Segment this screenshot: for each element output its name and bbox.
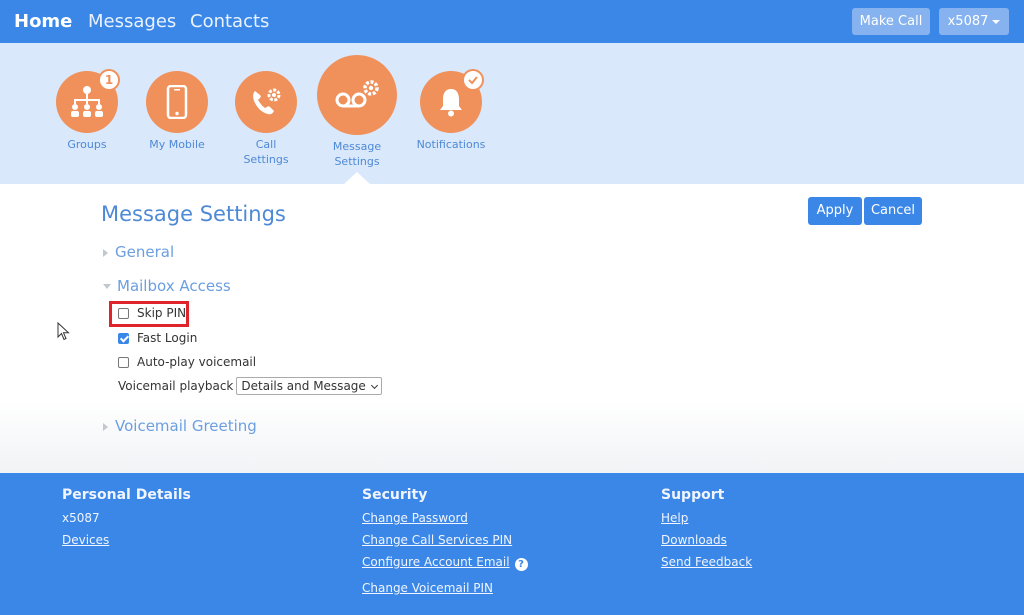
active-tab-pointer — [344, 172, 370, 184]
voicemail-playback-label: Voicemail playback — [118, 379, 234, 393]
security-heading: Security — [362, 487, 428, 503]
voicemail-playback-row: Voicemail playback Details and Message — [118, 377, 382, 395]
nav-contacts[interactable]: Contacts — [190, 11, 269, 32]
notifications-check-badge — [462, 69, 484, 91]
my-mobile-label: My Mobile — [149, 138, 205, 151]
extension-label: x5087 — [947, 14, 989, 29]
downloads-link[interactable]: Downloads — [661, 533, 727, 547]
top-navbar: Home Messages Contacts Make Call x5087 — [0, 0, 1024, 43]
notifications-tile[interactable]: Notifications — [412, 69, 490, 152]
mouse-pointer-icon — [57, 322, 70, 341]
nav-messages[interactable]: Messages — [88, 11, 176, 32]
expand-right-icon — [103, 248, 108, 257]
voicemail-playback-select[interactable]: Details and Message — [236, 377, 382, 395]
call-settings-label: Call Settings — [230, 137, 302, 167]
apply-label: Apply — [816, 203, 854, 218]
auto-play-label: Auto-play voicemail — [137, 355, 257, 369]
section-general[interactable]: General — [103, 243, 174, 261]
mobile-phone-icon — [166, 85, 188, 119]
cancel-button[interactable]: Cancel — [864, 197, 922, 225]
message-settings-panel: Message Settings Apply Cancel General Ma… — [0, 184, 1024, 473]
devices-link[interactable]: Devices — [62, 533, 109, 547]
message-settings-label: Message Settings — [316, 139, 398, 169]
section-general-label: General — [115, 243, 175, 261]
call-settings-circle — [235, 71, 297, 133]
call-settings-label-line2: Settings — [243, 153, 289, 166]
groups-circle: 1 — [56, 69, 120, 133]
message-settings-label-line2: Settings — [334, 155, 380, 168]
caret-down-icon — [992, 19, 1001, 24]
cancel-label: Cancel — [870, 203, 916, 218]
groups-tile[interactable]: 1 Groups — [52, 69, 122, 152]
expand-right-icon — [103, 422, 108, 431]
voicemail-gear-icon — [335, 80, 379, 108]
personal-details-heading: Personal Details — [62, 487, 191, 503]
make-call-label: Make Call — [859, 14, 923, 29]
section-mailbox-access[interactable]: Mailbox Access — [103, 277, 231, 295]
phone-gear-icon — [253, 88, 281, 115]
page-title: Message Settings — [101, 202, 286, 226]
change-voicemail-pin-link[interactable]: Change Voicemail PIN — [362, 581, 493, 595]
change-password-link[interactable]: Change Password — [362, 511, 468, 525]
my-mobile-tile[interactable]: My Mobile — [142, 71, 212, 152]
change-call-services-pin-link[interactable]: Change Call Services PIN — [362, 533, 512, 547]
auto-play-checkbox[interactable] — [118, 356, 129, 368]
fast-login-label: Fast Login — [137, 331, 198, 345]
skip-pin-checkbox[interactable] — [118, 307, 129, 319]
call-settings-label-line1: Call — [255, 138, 277, 151]
skip-pin-row: Skip PIN — [118, 306, 186, 320]
help-link[interactable]: Help — [661, 511, 688, 525]
auto-play-row: Auto-play voicemail — [118, 355, 256, 369]
message-settings-tile[interactable]: Message Settings — [316, 55, 398, 169]
personal-extension: x5087 — [62, 511, 100, 525]
message-settings-circle — [317, 55, 397, 135]
groups-label: Groups — [67, 138, 107, 151]
nav-home[interactable]: Home — [14, 11, 72, 32]
configure-account-email-link[interactable]: Configure Account Email — [362, 555, 510, 569]
my-mobile-circle — [146, 71, 208, 133]
notifications-label: Notifications — [416, 138, 486, 151]
chevron-down-icon — [370, 381, 378, 390]
help-question-icon[interactable]: ? — [514, 558, 528, 571]
call-settings-tile[interactable]: Call Settings — [230, 71, 302, 167]
settings-icon-band: 1 Groups My Mobile Call Settings Message… — [0, 43, 1024, 184]
support-heading: Support — [661, 487, 725, 503]
collapse-down-icon — [103, 284, 111, 289]
bell-icon — [440, 89, 462, 117]
notifications-circle — [420, 69, 484, 133]
footer-support: Support Help Downloads Send Feedback — [661, 487, 752, 577]
footer-security: Security Change Password Change Call Ser… — [362, 487, 528, 603]
section-voicemail-greeting-label: Voicemail Greeting — [115, 417, 257, 435]
message-settings-label-line1: Message — [332, 140, 382, 153]
skip-pin-label: Skip PIN — [137, 306, 187, 320]
checkmark-icon — [468, 76, 478, 85]
footer-personal-details: Personal Details x5087 Devices — [62, 487, 191, 555]
groups-hierarchy-icon — [71, 86, 103, 117]
extension-dropdown[interactable]: x5087 — [939, 8, 1009, 35]
fast-login-checkbox[interactable] — [118, 332, 129, 344]
apply-button[interactable]: Apply — [808, 197, 862, 225]
groups-count-badge: 1 — [98, 69, 120, 91]
send-feedback-link[interactable]: Send Feedback — [661, 555, 752, 569]
voicemail-playback-value: Details and Message — [241, 379, 366, 393]
make-call-button[interactable]: Make Call — [852, 8, 930, 35]
section-voicemail-greeting[interactable]: Voicemail Greeting — [103, 417, 257, 435]
footer: Personal Details x5087 Devices Security … — [0, 473, 1024, 615]
section-mailbox-access-label: Mailbox Access — [117, 277, 231, 295]
fast-login-row: Fast Login — [118, 331, 197, 345]
